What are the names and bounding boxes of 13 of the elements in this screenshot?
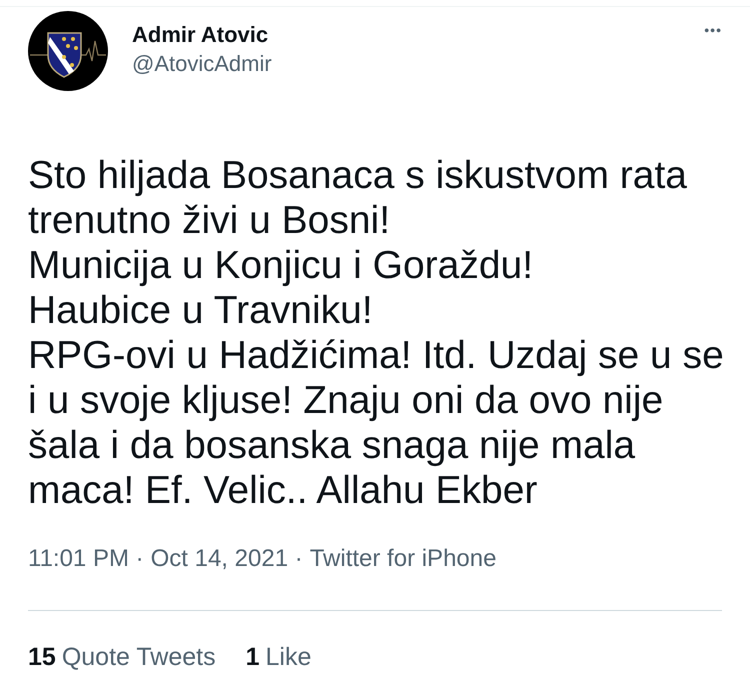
tweet-date[interactable]: Oct 14, 2021 · (150, 541, 303, 577)
more-button[interactable]: ••• (704, 23, 722, 37)
stat-link[interactable]: 1 Like (246, 639, 312, 676)
tweet-text: Sto hiljada Bosanaca s iskustvom rata trenutno živi u Bosni! (28, 153, 688, 243)
tweet-source[interactable]: Twitter for iPhone (310, 541, 496, 577)
author-handle[interactable]: @AtovicAdmir (132, 49, 272, 79)
tweet-text: Haubice u Travniku! (28, 288, 374, 333)
stat-link[interactable]: 15 Quote Tweets (28, 639, 216, 676)
tweet-text: Municija u Konjicu i Goraždu! (28, 243, 534, 288)
author-name[interactable]: Admir Atovic (132, 21, 272, 49)
avatar-icon (28, 11, 108, 91)
tweet-time[interactable]: 11:01 PM · (28, 541, 144, 577)
tweet-text: RPG-ovi u Hadžićima! Itd. Uzdaj se u se i u svoje kljuse! Znaju oni da ovo nije šala i da bosanska snaga nije mala maca! Ef. Velic.. Allahu Ekber (28, 333, 725, 513)
